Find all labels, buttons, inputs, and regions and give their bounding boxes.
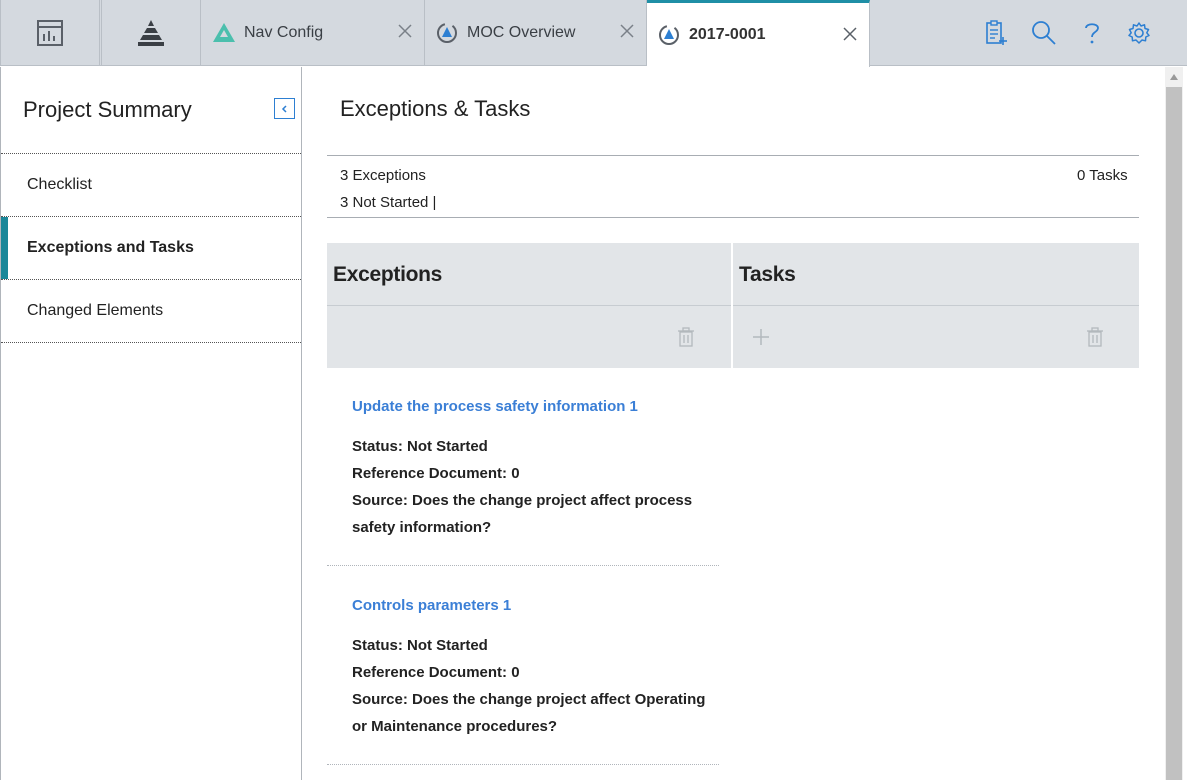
search-icon [1032, 21, 1056, 45]
scroll-up-button[interactable] [1165, 67, 1183, 87]
close-icon[interactable] [396, 22, 414, 40]
exception-title-link[interactable]: Controls parameters 1 [352, 597, 511, 614]
plus-icon [753, 329, 769, 345]
divider [1, 342, 301, 343]
help-icon [1085, 23, 1099, 44]
not-started-count: 3 Not Started | [340, 194, 437, 211]
project-summary-panel: Project Summary Checklist Exceptions and… [0, 67, 302, 780]
sidebar-item-changed-elements[interactable]: Changed Elements [1, 280, 301, 342]
delete-exception-button[interactable] [675, 326, 697, 348]
tab-label: MOC Overview [467, 24, 576, 41]
exceptions-heading: Exceptions [333, 263, 443, 286]
vertical-scrollbar[interactable] [1165, 67, 1183, 780]
pyramid-app-button[interactable] [101, 0, 201, 66]
exception-status: Status: Not Started [352, 438, 488, 455]
exception-reference: Reference Document: 0 [352, 465, 520, 482]
sidebar-item-checklist[interactable]: Checklist [1, 154, 301, 216]
exception-status: Status: Not Started [352, 637, 488, 654]
search-button[interactable] [1030, 19, 1058, 47]
arrow-up-icon [1170, 74, 1178, 80]
divider [327, 217, 1139, 218]
divider [327, 764, 719, 765]
sidebar-item-label: Checklist [27, 176, 92, 193]
exceptions-count: 3 Exceptions [340, 167, 426, 184]
settings-icon [1128, 22, 1150, 44]
new-record-button[interactable] [982, 19, 1010, 47]
exception-card: Update the process safety information 1 … [327, 368, 719, 568]
collapse-panel-button[interactable] [274, 98, 295, 119]
exceptions-column-header: Exceptions [327, 243, 731, 368]
tab-label: 2017-0001 [689, 26, 766, 43]
tab-2017-0001[interactable]: 2017-0001 [647, 0, 870, 67]
trash-icon [678, 327, 694, 347]
scrollbar-thumb[interactable] [1166, 87, 1182, 780]
exception-reference: Reference Document: 0 [352, 664, 520, 681]
close-icon[interactable] [618, 22, 636, 40]
trash-icon [1087, 327, 1103, 347]
divider [327, 155, 1139, 156]
pyramid-icon [138, 20, 164, 46]
add-task-button[interactable] [750, 326, 772, 348]
exception-card: Controls parameters 1 Status: Not Starte… [327, 567, 719, 767]
tasks-count: 0 Tasks [1077, 167, 1128, 184]
chevron-left-icon [281, 104, 287, 113]
dashboard-icon [37, 20, 63, 46]
tab-bar: Nav Config MOC Overview 2017-0001 [0, 0, 1187, 67]
new-record-icon [986, 20, 1007, 45]
moc-icon [437, 23, 457, 43]
panel-title: Project Summary [23, 97, 192, 122]
settings-button[interactable] [1125, 19, 1153, 47]
dashboard-app-button[interactable] [0, 0, 100, 66]
close-icon[interactable] [841, 25, 859, 43]
divider [327, 565, 719, 566]
tab-label: Nav Config [244, 24, 324, 41]
exception-source: Source: Does the change project affect p… [352, 492, 693, 509]
help-button[interactable] [1078, 19, 1106, 47]
exception-source: safety information? [352, 519, 492, 536]
tasks-column-header: Tasks [733, 243, 1139, 368]
divider [327, 305, 731, 306]
tab-moc-overview[interactable]: MOC Overview [425, 0, 647, 66]
divider [733, 305, 1139, 306]
tasks-heading: Tasks [739, 263, 796, 286]
exception-source: or Maintenance procedures? [352, 718, 558, 735]
nav-config-icon [213, 23, 235, 42]
exception-source: Source: Does the change project affect O… [352, 691, 706, 708]
tab-nav-config[interactable]: Nav Config [202, 0, 425, 66]
delete-task-button[interactable] [1084, 326, 1106, 348]
exception-title-link[interactable]: Update the process safety information 1 [352, 398, 638, 415]
sidebar-item-label: Exceptions and Tasks [27, 239, 194, 256]
sidebar-item-label: Changed Elements [27, 302, 164, 319]
moc-icon [659, 25, 679, 45]
sidebar-item-exceptions-and-tasks[interactable]: Exceptions and Tasks [1, 217, 301, 279]
page-title: Exceptions & Tasks [340, 96, 531, 121]
